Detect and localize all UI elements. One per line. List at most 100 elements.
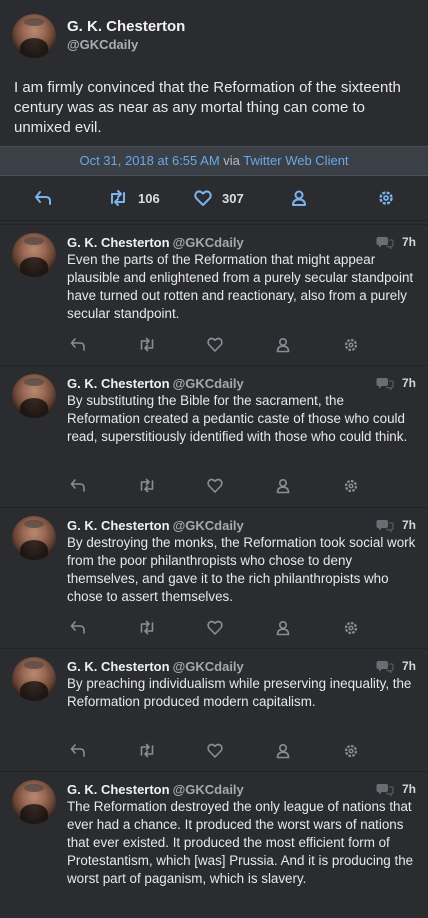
reply-button[interactable] [34, 188, 52, 208]
gear-icon [344, 621, 358, 635]
retweet-button[interactable]: 106 [108, 188, 160, 208]
author-handle[interactable]: @GKCdaily [173, 235, 244, 250]
via-label: via [223, 153, 240, 168]
reply-button[interactable] [70, 743, 86, 764]
tweet-actions [0, 743, 428, 763]
timeline-tweet[interactable]: G. K. Chesterton @GKCdaily 7h The Reformati… [0, 771, 428, 918]
retweet-count: 106 [138, 190, 160, 206]
settings-button[interactable] [377, 188, 395, 208]
tweet-text: By substituting the Bible for the sacram… [67, 393, 408, 444]
author-name[interactable]: G. K. Chesterton [67, 782, 170, 797]
retweet-icon [111, 190, 125, 206]
like-button[interactable] [207, 620, 223, 641]
tweet-time[interactable]: 7h [402, 235, 416, 249]
like-button[interactable] [207, 337, 223, 358]
like-icon [207, 743, 223, 758]
reply-icon [70, 744, 85, 757]
user-icon [292, 190, 306, 206]
author-name[interactable]: G. K. Chesterton [67, 18, 185, 35]
gear-icon [344, 479, 358, 493]
reply-icon [70, 479, 85, 492]
avatar[interactable] [12, 516, 56, 560]
tweet-time[interactable]: 7h [402, 376, 416, 390]
timeline-tweet[interactable]: G. K. Chesterton @GKCdaily 7h Even the part… [0, 224, 428, 366]
author-handle[interactable]: @GKCdaily [67, 37, 138, 52]
reply-icon [35, 191, 51, 205]
tweet-header: G. K. Chesterton @GKCdaily [67, 659, 244, 674]
tweet-text: The Reformation destroyed the only leagu… [67, 799, 414, 886]
settings-button[interactable] [343, 743, 359, 764]
user-button[interactable] [275, 337, 291, 358]
reply-button[interactable] [70, 478, 86, 499]
tweet-actions [0, 478, 428, 498]
user-button[interactable] [291, 188, 307, 208]
timeline-tweet[interactable]: G. K. Chesterton @GKCdaily 7h By substituti… [0, 365, 428, 508]
tweet-header: G. K. Chesterton @GKCdaily [67, 235, 244, 250]
author-name[interactable]: G. K. Chesterton [67, 659, 170, 674]
tweet-time[interactable]: 7h [402, 659, 416, 673]
reply-icon [70, 621, 85, 634]
retweet-icon [140, 337, 154, 352]
retweet-button[interactable] [138, 620, 154, 641]
tweet-actions [0, 620, 428, 640]
conversation-icon [376, 378, 394, 390]
settings-button[interactable] [343, 478, 359, 499]
main-tweet-actions: 106 307 [0, 176, 428, 221]
user-button[interactable] [275, 478, 291, 499]
like-button[interactable]: 307 [194, 188, 244, 208]
author-handle[interactable]: @GKCdaily [173, 659, 244, 674]
author-handle[interactable]: @GKCdaily [173, 376, 244, 391]
user-icon [276, 620, 290, 636]
retweet-button[interactable] [138, 743, 154, 764]
avatar[interactable] [12, 233, 56, 277]
retweet-icon [140, 743, 154, 758]
tweet-meta-bar: Oct 31, 2018 at 6:55 AM via Twitter Web … [0, 146, 428, 176]
like-icon [207, 337, 223, 352]
main-tweet: G. K. Chesterton @GKCdaily I am firmly c… [0, 0, 428, 146]
client-link[interactable]: Twitter Web Client [243, 153, 348, 168]
author-name[interactable]: G. K. Chesterton [67, 518, 170, 533]
gear-icon [344, 338, 358, 352]
avatar[interactable] [12, 374, 56, 418]
gear-icon [379, 191, 393, 205]
avatar[interactable] [12, 780, 56, 824]
like-button[interactable] [207, 478, 223, 499]
user-icon [276, 478, 290, 494]
reply-button[interactable] [70, 620, 86, 641]
tweet-actions [0, 337, 428, 357]
author-handle[interactable]: @GKCdaily [173, 518, 244, 533]
reply-button[interactable] [70, 337, 86, 358]
like-button[interactable] [207, 743, 223, 764]
settings-button[interactable] [343, 620, 359, 641]
user-icon [276, 337, 290, 353]
tweet-time[interactable]: 7h [402, 518, 416, 532]
tweet-text: By destroying the monks, the Reformation… [67, 535, 416, 604]
retweet-button[interactable] [138, 478, 154, 499]
tweet-header: G. K. Chesterton @GKCdaily [67, 518, 244, 533]
settings-button[interactable] [343, 337, 359, 358]
user-button[interactable] [275, 743, 291, 764]
tweet-time[interactable]: 7h [402, 782, 416, 796]
tweet-text: Even the parts of the Reformation that m… [67, 252, 414, 321]
conversation-icon [376, 520, 394, 532]
avatar[interactable] [12, 14, 56, 58]
author-name[interactable]: G. K. Chesterton [67, 235, 170, 250]
tweet-text: By preaching individualism while preserv… [67, 676, 412, 709]
conversation-icon [376, 784, 394, 796]
tweet-header: G. K. Chesterton @GKCdaily [67, 376, 244, 391]
author-name[interactable]: G. K. Chesterton [67, 376, 170, 391]
retweet-button[interactable] [138, 337, 154, 358]
retweet-icon [140, 620, 154, 635]
timeline-tweet[interactable]: G. K. Chesterton @GKCdaily 7h By destroying… [0, 507, 428, 649]
like-icon [194, 190, 212, 206]
like-icon [207, 478, 223, 493]
like-count: 307 [222, 190, 244, 206]
conversation-icon [376, 237, 394, 249]
tweet-text: I am firmly convinced that the Reformati… [14, 79, 401, 136]
avatar[interactable] [12, 657, 56, 701]
timeline-tweet[interactable]: G. K. Chesterton @GKCdaily 7h By preaching … [0, 648, 428, 772]
author-handle[interactable]: @GKCdaily [173, 782, 244, 797]
timestamp-link[interactable]: Oct 31, 2018 at 6:55 AM [79, 153, 219, 168]
user-button[interactable] [275, 620, 291, 641]
like-icon [207, 620, 223, 635]
